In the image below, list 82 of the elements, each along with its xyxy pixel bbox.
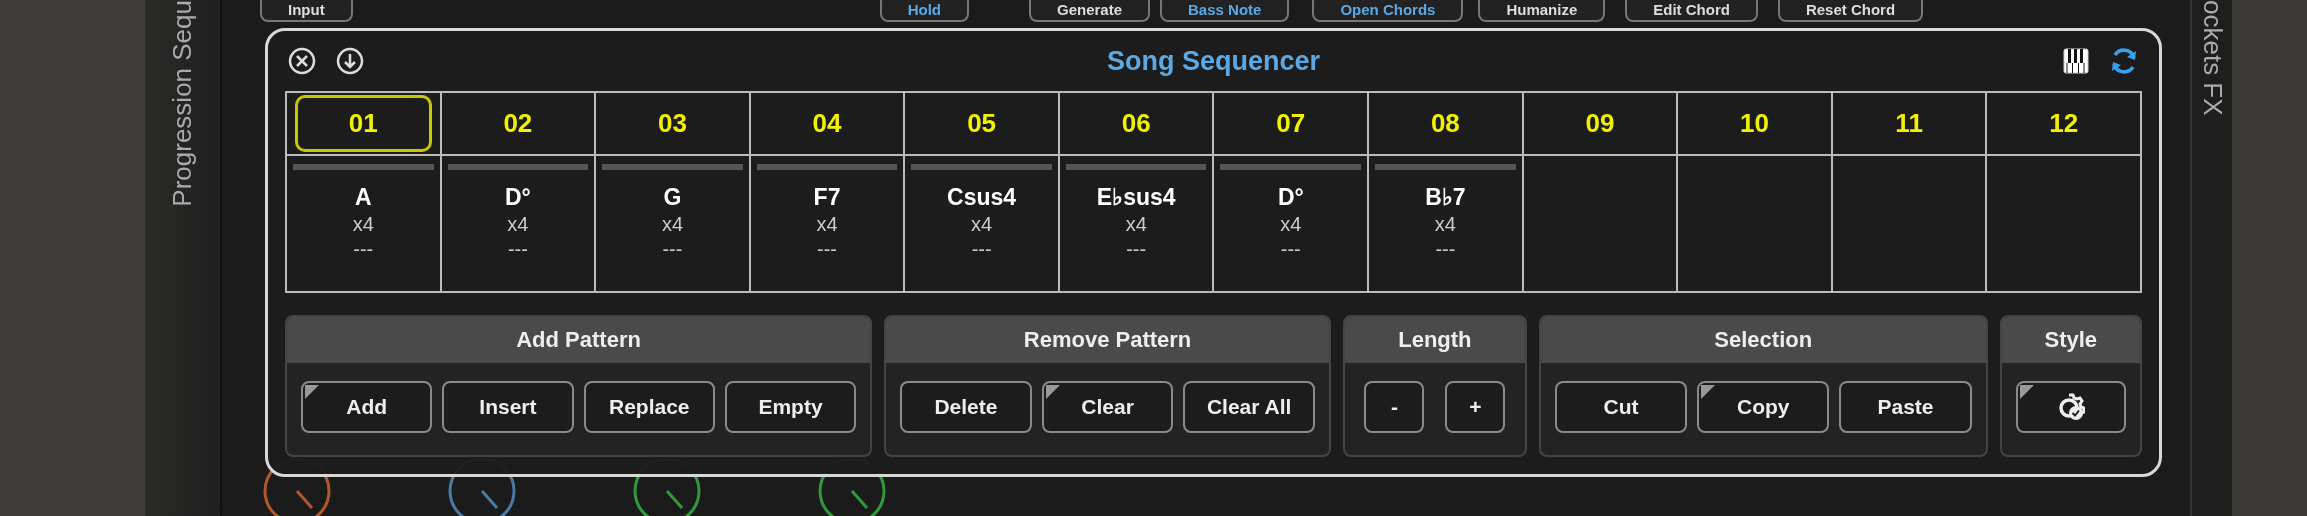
group-title: Style (2001, 317, 2140, 363)
pattern-name: --- (817, 238, 837, 261)
slot-cell[interactable]: E♭sus4 x4 --- (1059, 156, 1215, 293)
group-title: Length (1344, 317, 1525, 363)
slot-number[interactable]: 06 (1067, 95, 1205, 152)
toolbar-button[interactable]: Reset Chord (1777, 0, 1924, 22)
close-icon[interactable] (288, 47, 316, 75)
group-title: Remove Pattern (886, 317, 1329, 363)
toolbar-button[interactable]: Humanize (1478, 0, 1606, 22)
chord-name[interactable]: A (354, 184, 372, 211)
style-button[interactable] (2015, 381, 2126, 433)
repeat-count: x4 (1280, 213, 1302, 236)
action-button[interactable]: Empty (724, 381, 857, 433)
slot-number[interactable]: 10 (1686, 95, 1823, 152)
chord-name[interactable]: D° (1277, 184, 1304, 211)
slot-number[interactable]: 01 (295, 95, 432, 152)
side-panel-label[interactable]: ockets FX (2196, 0, 2228, 116)
repeat-count: x4 (1125, 213, 1147, 236)
chord-name[interactable]: B♭7 (1425, 184, 1466, 211)
slot-number[interactable]: 05 (913, 95, 1050, 152)
repeat-count: x4 (352, 213, 374, 236)
action-button[interactable]: Replace (583, 381, 715, 433)
slot-cell[interactable]: G x4 --- (596, 156, 751, 293)
window-title: Song Sequencer (1106, 45, 1320, 77)
pattern-name: --- (353, 238, 374, 261)
pattern-name: --- (507, 238, 528, 261)
download-icon[interactable] (336, 47, 364, 75)
slot-cell[interactable] (1523, 156, 1679, 293)
chord-name[interactable]: G (663, 184, 682, 211)
chord-name[interactable]: E♭sus4 (1096, 184, 1176, 211)
slot-number[interactable]: 09 (1531, 95, 1669, 152)
action-button[interactable]: Delete (900, 381, 1032, 433)
chord-name[interactable]: F7 (813, 184, 841, 211)
gear-check-icon (2056, 393, 2085, 421)
toolbar-button[interactable]: Open Chords (1312, 0, 1464, 22)
slot-number[interactable]: 07 (1222, 95, 1360, 152)
slot-cell[interactable] (1678, 156, 1833, 293)
slot-number[interactable]: 03 (604, 95, 741, 152)
action-button[interactable]: + (1445, 381, 1506, 433)
side-panel-label[interactable]: Progression Sequ (167, 0, 198, 207)
toolbar-button[interactable]: Edit Chord (1625, 0, 1758, 22)
action-button[interactable]: Cut (1554, 381, 1688, 433)
toolbar-button[interactable]: Generate (1029, 0, 1151, 22)
repeat-count: x4 (1434, 213, 1456, 236)
repeat-count: x4 (971, 213, 993, 236)
toolbar-button[interactable]: Input (260, 0, 353, 22)
piano-icon[interactable] (2063, 48, 2089, 74)
toolbar-button[interactable]: Bass Note (1160, 0, 1290, 22)
slot-cell[interactable] (1987, 156, 2142, 293)
refresh-icon[interactable] (2109, 46, 2139, 76)
slot-cell[interactable]: Csus4 x4 --- (905, 156, 1060, 293)
action-button[interactable]: Clear All (1183, 381, 1315, 433)
pattern-name: --- (1126, 238, 1147, 261)
slot-cell[interactable]: B♭7 x4 --- (1369, 156, 1524, 293)
pattern-name: --- (662, 238, 683, 261)
chord-name[interactable]: Csus4 (947, 184, 1017, 211)
slot-cell[interactable]: F7 x4 --- (750, 156, 906, 293)
pattern-name: --- (1435, 238, 1456, 261)
pattern-name: --- (971, 238, 992, 261)
action-button[interactable]: Clear (1041, 381, 1174, 433)
action-button[interactable]: Copy (1697, 381, 1830, 433)
slot-cell[interactable]: A x4 --- (287, 156, 442, 293)
slot-number[interactable]: 02 (449, 95, 587, 152)
group-title: Add Pattern (287, 317, 871, 363)
group-title: Selection (1540, 317, 1986, 363)
slot-cell[interactable]: D° x4 --- (441, 156, 597, 293)
toolbar-button[interactable]: Hold (879, 0, 969, 22)
action-button[interactable]: Add (301, 381, 433, 433)
action-button[interactable]: Paste (1839, 381, 1972, 433)
repeat-count: x4 (816, 213, 838, 236)
slot-cell[interactable] (1832, 156, 1988, 293)
repeat-count: x4 (507, 213, 529, 236)
action-button[interactable]: Insert (442, 381, 574, 433)
slot-number[interactable]: 04 (758, 95, 896, 152)
slot-number[interactable]: 08 (1377, 95, 1514, 152)
pattern-name: --- (1280, 238, 1301, 261)
slot-number[interactable]: 12 (1995, 95, 2132, 152)
slot-number[interactable]: 11 (1840, 95, 1978, 152)
action-button[interactable]: - (1364, 381, 1425, 433)
slot-cell[interactable]: D° x4 --- (1214, 156, 1370, 293)
chord-name[interactable]: D° (504, 184, 531, 211)
repeat-count: x4 (661, 213, 683, 236)
